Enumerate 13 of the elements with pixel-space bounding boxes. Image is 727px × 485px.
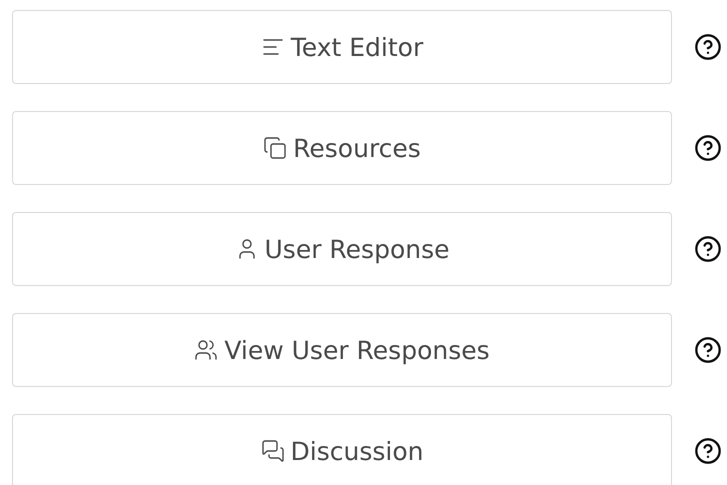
people-icon bbox=[194, 338, 218, 362]
help-icon[interactable] bbox=[694, 33, 722, 61]
panel-button[interactable]: Resources bbox=[12, 111, 672, 185]
panel-button[interactable]: Text Editor bbox=[12, 10, 672, 84]
copy-icon bbox=[263, 136, 288, 160]
help-icon[interactable] bbox=[694, 134, 722, 162]
chat-bubbles-icon bbox=[260, 439, 285, 463]
panel-button[interactable]: View User Responses bbox=[12, 313, 672, 387]
help-icon[interactable] bbox=[694, 336, 722, 364]
help-icon[interactable] bbox=[694, 235, 722, 263]
panel-button[interactable]: User Response bbox=[12, 212, 672, 286]
help-icon[interactable] bbox=[694, 437, 722, 465]
panel-button[interactable]: Discussion bbox=[12, 414, 672, 485]
